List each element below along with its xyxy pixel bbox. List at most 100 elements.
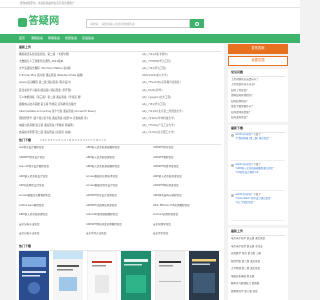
faq-item[interactable]: 如何提问和回答？ bbox=[231, 111, 251, 114]
tag-link[interactable]: ARM嵌入式系统开发答案 bbox=[153, 175, 182, 178]
faq-item[interactable]: 上传问题的方法是什么？ bbox=[231, 78, 259, 81]
question-row[interactable]: 军人体能训练（第三版）第二版 课后答案（李永贵 著） q2y_ogagem(北大工… bbox=[19, 96, 221, 101]
nav-item-search[interactable]: 搜题答案 bbox=[65, 36, 77, 41]
latest-card: 最新上传 电力电子技术 第五版 课后答案 电力电子技术 第五版 王兆安 高等数学 同… bbox=[228, 228, 288, 300]
question-row[interactable]: 电路分析基础 第五版 课后答案 (李瀚荪 等编著) q2y_7Hn(R)(广东工业… bbox=[19, 124, 221, 129]
question-title[interactable]: 国际经济学 (第十版) 第十版 课后答案 (保罗·R·克鲁格曼 等) bbox=[19, 117, 88, 120]
question-title[interactable]: C Primer Plus 第六版 课后答案 (Stephen Prata 编著… bbox=[19, 74, 83, 77]
logo[interactable]: 答疑网 bbox=[18, 16, 59, 28]
nav-item-home[interactable]: 首页 bbox=[19, 36, 25, 41]
tag-link[interactable]: ARM嵌入式系统原理答案 bbox=[86, 156, 115, 159]
divider bbox=[231, 75, 285, 76]
recent-user[interactable]: aah01@qq用户 bbox=[235, 193, 253, 196]
latest-item[interactable]: 微观经济学 第八版 答案 bbox=[231, 290, 258, 293]
book-cover[interactable] bbox=[154, 250, 186, 300]
tag-link[interactable]: ASP动态网页设计答案 bbox=[19, 184, 44, 187]
question-title[interactable]: jQuery实战教程 第二版 课后答案 (程序设计) bbox=[19, 81, 71, 84]
book-cover[interactable] bbox=[53, 251, 83, 300]
tag-link[interactable]: ARM嵌入式系统原理答案 bbox=[19, 213, 48, 216]
question-title[interactable]: Intermediate Accounting 第十七版 课后答案 (Donal… bbox=[19, 110, 96, 113]
question-row[interactable]: Intermediate Accounting 第十七版 课后答案 (Donal… bbox=[19, 110, 221, 115]
latest-item[interactable]: 线性代数 第六版 课后答案 bbox=[231, 260, 260, 263]
recent-action: 下载了 bbox=[253, 163, 261, 166]
question-row[interactable]: 大学英语综合教程（Norman Matten 第2版） q2y_7(R)(华为工程… bbox=[19, 67, 221, 72]
tag-link[interactable]: 安全评价答案 bbox=[153, 232, 168, 235]
tag-row: ASP.NET程序设计答案 ARM嵌入式系统原理答案 ASP.NET教程答案 bbox=[19, 156, 221, 161]
search-input[interactable]: 请搜索，请搜索输入您的问题或答案 bbox=[90, 22, 135, 26]
question-title[interactable]: 模拟电子技术基础 第五版 华成英 高等教育出版社 bbox=[19, 103, 76, 106]
book-cover[interactable] bbox=[19, 251, 49, 300]
question-title[interactable]: 食品技术原理 第二版 课后答案 (赵晋府 主编) bbox=[19, 131, 71, 134]
latest-item[interactable]: 电力电子技术 第五版 王兆安 bbox=[231, 245, 263, 248]
tag-link[interactable]: Authorware教程答案 bbox=[19, 204, 44, 207]
tag-link[interactable]: 安全分析方法答案 bbox=[19, 223, 39, 226]
tag-link[interactable]: Access数据库程序设计答案 bbox=[86, 184, 118, 187]
question-title[interactable]: 民法总论学习指南(第四版) 课后答案 (李开国) bbox=[19, 89, 71, 92]
question-row[interactable]: 食品技术原理 第二版 课后答案 (赵晋府 主编) q2y_7e7(R)(北京理工大… bbox=[19, 131, 221, 136]
latest-item[interactable]: 电路分析基础 第五版 bbox=[231, 275, 254, 278]
search-box[interactable]: 请搜索，请搜索输入您的问题或答案 bbox=[86, 19, 190, 28]
book-cover[interactable] bbox=[189, 251, 219, 300]
nav-item-online[interactable]: 网课答案 bbox=[48, 36, 60, 41]
latest-item[interactable]: 高等数学 同济 第七版 上册 bbox=[231, 252, 261, 255]
tag-link[interactable]: asp.net程序设计教程答案 bbox=[19, 165, 49, 168]
question-row[interactable]: 大数据与人工智能导论课件_2021版本 q2y_7YMMW(华为工程) bbox=[19, 60, 221, 65]
tag-link[interactable]: 安全分析方法答案 bbox=[19, 232, 39, 235]
faq-item[interactable]: 资料如何获得积分？ bbox=[231, 94, 254, 97]
tag-link[interactable]: ASP.NET网站开发答案 bbox=[153, 184, 179, 187]
tag-link[interactable]: Android应用开发答案 bbox=[153, 213, 178, 216]
latest-item[interactable]: 概率论与数理统计 第四版 bbox=[231, 282, 259, 285]
recent-user[interactable]: aah01@qq用户 bbox=[235, 133, 253, 136]
faq-item[interactable]: 如何上传答案？ bbox=[231, 89, 249, 92]
question-title[interactable]: 电路分析基础 第五版 课后答案 (李瀚荪 等编著) bbox=[19, 124, 74, 127]
recent-file-link[interactable]: "计算机网络 (第二版) 课后答案" bbox=[235, 137, 269, 141]
tag-row: asp程序设计教程答案 ARM嵌入式系统基础教程答案 ASP.NET程序答案 bbox=[19, 146, 221, 151]
question-title[interactable]: 嘴唇和舌头的过度旁边，第二版（卡塔尔国） bbox=[19, 53, 71, 56]
tag-link[interactable]: After Effects CS6实例教程答案 bbox=[153, 204, 190, 207]
tag-link[interactable]: ARM嵌入式系统基础教程答案 bbox=[86, 165, 120, 168]
latest-item[interactable]: 电力电子技术 第五版 课后答案 bbox=[231, 237, 265, 240]
book-cover[interactable] bbox=[121, 251, 151, 300]
recent-file-link[interactable]: "电工学课后答案" bbox=[235, 201, 254, 205]
nav-item-course[interactable]: 课程答案 bbox=[31, 36, 43, 41]
tag-link[interactable]: ARM嵌入式系统设计答案 bbox=[19, 175, 48, 178]
tag-link[interactable]: Access数据库应用技术答案 bbox=[86, 175, 118, 178]
tag-link[interactable]: ASP.NET程序答案 bbox=[153, 146, 174, 149]
question-row[interactable]: 嘴唇和舌头的过度旁边，第二版（卡塔尔国） q2y_7(R)(2版卡塔尔) bbox=[19, 53, 221, 58]
tag-link[interactable]: ASP.NET教程答案 bbox=[153, 156, 174, 159]
book-cover[interactable] bbox=[86, 250, 118, 300]
tag-link[interactable]: asp程序设计教程答案 bbox=[19, 146, 44, 149]
tag-link[interactable]: ARM嵌入式系统基础教程答案 bbox=[86, 146, 120, 149]
tag-link[interactable]: ASP.NET项目开发答案 bbox=[153, 165, 179, 168]
tag-link[interactable]: AutoCAD建筑制图教程答案 bbox=[86, 213, 118, 216]
question-row[interactable]: jQuery实战教程 第二版 课后答案 (程序设计) q2y_7Five3(R)(… bbox=[19, 81, 221, 86]
answer-question-button[interactable]: 我要答题 bbox=[228, 56, 288, 66]
recent-user[interactable]: aah01@qq用户 bbox=[235, 163, 253, 166]
publish-answer-button[interactable]: 发布答案 bbox=[228, 44, 288, 54]
tag-link[interactable]: 安全管理学答案 bbox=[153, 223, 171, 226]
alphabet-filter[interactable]: A B C D E F G H I J K L M N O P Q R S T … bbox=[40, 139, 106, 142]
search-button[interactable] bbox=[190, 19, 204, 28]
faq-item[interactable]: 如何获得积分？ bbox=[231, 100, 249, 103]
question-row[interactable]: 民法总论学习指南(第四版) 课后答案 (李开国) q2y_Rx(R)(新华) bbox=[19, 89, 221, 94]
faq-item[interactable]: 答案下载需要什么？ bbox=[231, 105, 254, 108]
question-title[interactable]: 军人体能训练（第三版）第二版 课后答案（李永贵 著） bbox=[19, 96, 83, 99]
tag-link[interactable]: ASP.NET程序设计答案 bbox=[19, 156, 45, 159]
tag-link[interactable]: ASP.NET程序设计案例答案 bbox=[86, 194, 117, 197]
latest-item[interactable]: 大学物理 第三版 课后答案 bbox=[231, 267, 260, 270]
avatar bbox=[231, 194, 234, 197]
question-title[interactable]: 大数据与人工智能导论课件_2021版本 bbox=[19, 60, 63, 63]
nav-item-lab[interactable]: 实验答案 bbox=[82, 36, 94, 41]
question-title[interactable]: 大学英语综合教程（Norman Matten 第2版） bbox=[19, 67, 73, 70]
question-row[interactable]: 模拟电子技术基础 第五版 华成英 高等教育出版社 q2y_7(R)(华为工程) bbox=[19, 103, 221, 108]
tag-link[interactable]: ASP.NET动态网站开发答案 bbox=[86, 204, 117, 207]
question-row[interactable]: 国际经济学 (第十版) 第十版 课后答案 (保罗·R·克鲁格曼 等) q2y_7J… bbox=[19, 117, 221, 122]
tag-link[interactable]: 安全学习方法答案 bbox=[86, 232, 106, 235]
faq-item[interactable]: 如何发布答案？ bbox=[231, 116, 249, 119]
tag-link[interactable]: ARM体系结构与编程答案 bbox=[153, 194, 182, 197]
tag-link[interactable]: access数据库实用教程答案 bbox=[19, 194, 51, 197]
faq-item[interactable]: 上传答案有什么方法？ bbox=[231, 83, 256, 86]
tag-link[interactable]: ASP.NET网站开发实用教程答案 bbox=[86, 223, 122, 226]
recent-file-link[interactable]: "C#程序设计教程 Ca" bbox=[235, 171, 259, 175]
question-row[interactable]: C Primer Plus 第六版 课后答案 (Stephen Prata 编著… bbox=[19, 74, 221, 79]
